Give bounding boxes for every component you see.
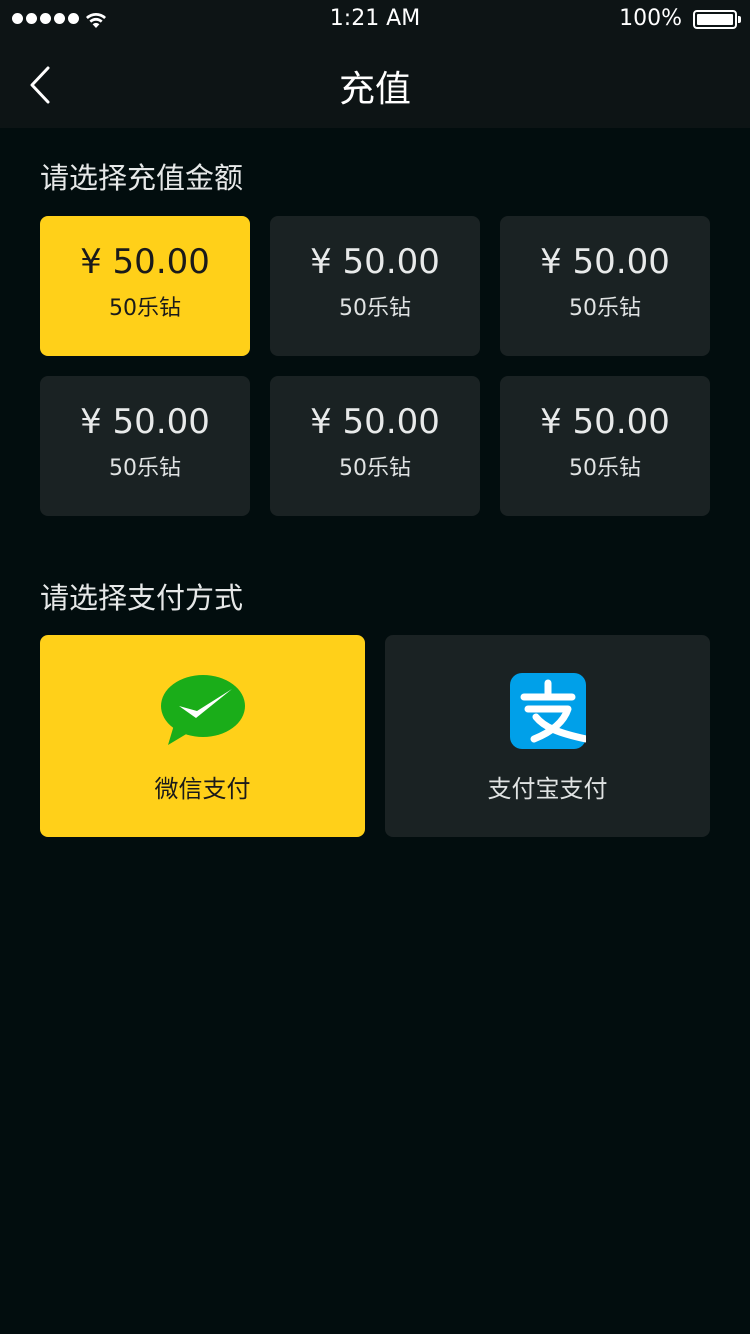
status-bar: 1:21 AM 100% — [0, 0, 750, 40]
wechat-pay-option[interactable]: 微信支付 — [40, 635, 365, 837]
amount-price: ¥ 50.00 — [80, 242, 210, 282]
page-title: 充值 — [338, 69, 411, 110]
amount-option-2[interactable]: ¥ 50.00 50乐钻 — [270, 216, 480, 356]
amount-price: ¥ 50.00 — [540, 242, 670, 282]
amount-diamonds: 50乐钻 — [109, 456, 181, 481]
amount-price: ¥ 50.00 — [310, 402, 440, 442]
amount-section-title: 请选择充值金额 — [40, 161, 244, 195]
payment-methods: 微信支付 支付宝支付 — [40, 635, 710, 837]
amount-diamonds: 50乐钻 — [569, 456, 641, 481]
battery-icon — [693, 10, 741, 29]
amount-option-1[interactable]: ¥ 50.00 50乐钻 — [40, 216, 250, 356]
amount-price: ¥ 50.00 — [540, 402, 670, 442]
amount-options-grid: ¥ 50.00 50乐钻 ¥ 50.00 50乐钻 ¥ 50.00 50乐钻 ¥… — [40, 216, 710, 516]
amount-price: ¥ 50.00 — [80, 402, 210, 442]
amount-diamonds: 50乐钻 — [339, 296, 411, 321]
nav-bar: 充值 — [0, 40, 750, 128]
amount-price: ¥ 50.00 — [310, 242, 440, 282]
amount-option-4[interactable]: ¥ 50.00 50乐钻 — [40, 376, 250, 516]
amount-option-3[interactable]: ¥ 50.00 50乐钻 — [500, 216, 710, 356]
wechat-pay-label: 微信支付 — [154, 775, 251, 803]
wechat-pay-icon — [160, 675, 245, 745]
alipay-icon — [509, 673, 586, 749]
amount-diamonds: 50乐钻 — [109, 296, 181, 321]
amount-option-5[interactable]: ¥ 50.00 50乐钻 — [270, 376, 480, 516]
amount-diamonds: 50乐钻 — [569, 296, 641, 321]
alipay-label: 支付宝支付 — [487, 775, 608, 803]
payment-section-title: 请选择支付方式 — [40, 581, 244, 615]
amount-option-6[interactable]: ¥ 50.00 50乐钻 — [500, 376, 710, 516]
amount-diamonds: 50乐钻 — [339, 456, 411, 481]
alipay-option[interactable]: 支付宝支付 — [385, 635, 710, 837]
battery-percentage: 100% — [619, 6, 682, 31]
